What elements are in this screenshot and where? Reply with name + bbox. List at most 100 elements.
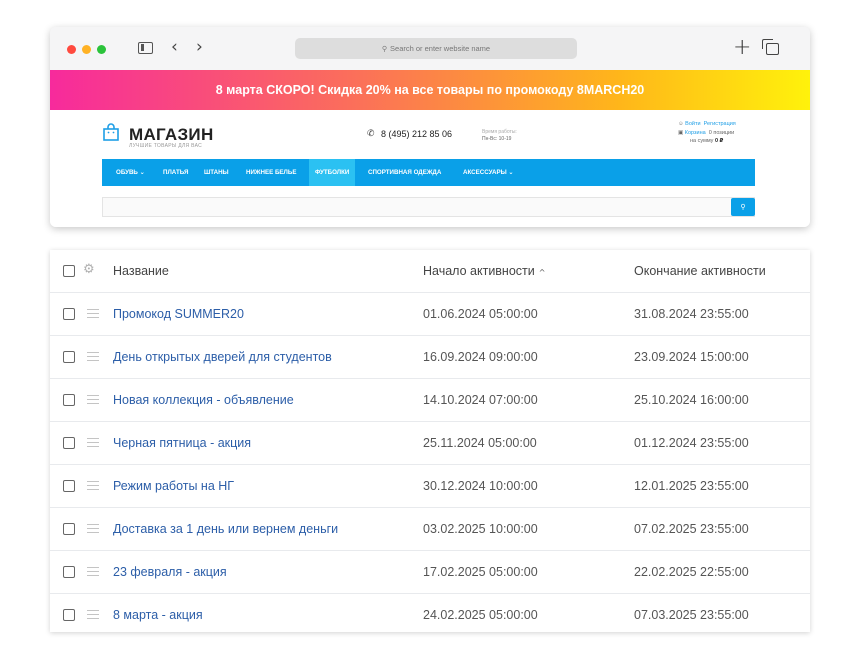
row-name-link[interactable]: Черная пятница - акция [113, 422, 251, 465]
drag-handle-icon[interactable] [87, 610, 99, 619]
plus-icon[interactable]: + [733, 37, 751, 59]
browser-toolbar: ‹ › ⚲ Search or enter website name + [50, 27, 810, 70]
menu-item-tshirts[interactable]: ФУТБОЛКИ [309, 159, 356, 186]
row-name-link[interactable]: 8 марта - акция [113, 594, 203, 637]
address-bar[interactable]: ⚲ Search or enter website name [295, 38, 577, 59]
drag-handle-icon[interactable] [87, 309, 99, 318]
table-row[interactable]: Промокод SUMMER20 01.06.2024 05:00:00 31… [50, 293, 810, 336]
row-start-date: 17.02.2025 05:00:00 [423, 565, 538, 579]
row-name-link[interactable]: Доставка за 1 день или вернем деньги [113, 508, 338, 551]
menu-item-pants[interactable]: ШТАНЫ [204, 159, 229, 186]
main-menu: ОБУВЬ ⌄ ПЛАТЬЯ ШТАНЫ НИЖНЕЕ БЕЛЬЕ ФУТБОЛ… [102, 159, 755, 186]
row-start-date: 01.06.2024 05:00:00 [423, 307, 538, 321]
hours-value: Пн-Вс: 10-19 [482, 136, 512, 142]
shopping-bag-icon [103, 123, 119, 141]
forward-icon[interactable]: › [196, 37, 203, 57]
row-end-date: 12.01.2025 23:55:00 [634, 479, 749, 493]
user-icon: ☺ [678, 121, 684, 127]
cart-icon: ▣ [678, 130, 684, 136]
account-links: ☺ Войти Регистрация [678, 121, 736, 127]
drag-handle-icon[interactable] [87, 352, 99, 361]
row-name-link[interactable]: Новая коллекция - объявление [113, 379, 294, 422]
minimize-window-button[interactable] [82, 45, 91, 54]
cart-sum-label: на сумму [690, 138, 714, 144]
row-checkbox[interactable] [63, 437, 75, 449]
row-name-link[interactable]: Промокод SUMMER20 [113, 293, 244, 336]
table-row[interactable]: Доставка за 1 день или вернем деньги 03.… [50, 508, 810, 551]
back-icon[interactable]: ‹ [171, 37, 178, 57]
cart-count: 0 позиции [708, 130, 735, 136]
cart-link[interactable]: Корзина [685, 130, 706, 136]
table-row[interactable]: Новая коллекция - объявление 14.10.2024 … [50, 379, 810, 422]
sort-asc-icon: ^ [538, 268, 546, 277]
zoom-window-button[interactable] [97, 45, 106, 54]
cart-sum: на сумму 0 ₽ [690, 138, 723, 144]
row-checkbox[interactable] [63, 480, 75, 492]
row-start-date: 30.12.2024 10:00:00 [423, 479, 538, 493]
site-search-input[interactable] [102, 197, 755, 217]
table-row[interactable]: 23 февраля - акция 17.02.2025 05:00:00 2… [50, 551, 810, 594]
search-icon: ⚲ [381, 45, 388, 53]
row-checkbox[interactable] [63, 609, 75, 621]
drag-handle-icon[interactable] [87, 481, 99, 490]
row-end-date: 01.12.2024 23:55:00 [634, 436, 749, 450]
row-checkbox[interactable] [63, 566, 75, 578]
promo-banner[interactable]: 8 марта СКОРО! Скидка 20% на все товары … [50, 70, 810, 110]
search-icon: ⚲ [740, 203, 746, 211]
column-header-start-label: Начало активности [423, 264, 535, 278]
phone-icon: ✆ [367, 129, 375, 139]
menu-item-shoes[interactable]: ОБУВЬ ⌄ [116, 159, 145, 186]
site-search-button[interactable]: ⚲ [731, 198, 755, 216]
row-end-date: 25.10.2024 16:00:00 [634, 393, 749, 407]
hours-label: Время работы: [482, 129, 517, 135]
menu-item-dresses[interactable]: ПЛАТЬЯ [163, 159, 188, 186]
row-checkbox[interactable] [63, 351, 75, 363]
row-checkbox[interactable] [63, 523, 75, 535]
table-header: ⚙ Название Начало активности ^ Окончание … [50, 250, 810, 293]
sidebar-icon[interactable] [138, 42, 153, 54]
row-name-link[interactable]: 23 февраля - акция [113, 551, 227, 594]
column-header-name[interactable]: Название [113, 250, 169, 293]
browser-window: ‹ › ⚲ Search or enter website name + 8 ма… [50, 27, 810, 227]
cart-summary: ▣ Корзина 0 позиции [678, 130, 734, 136]
table-row[interactable]: Черная пятница - акция 25.11.2024 05:00:… [50, 422, 810, 465]
row-name-link[interactable]: День открытых дверей для студентов [113, 336, 332, 379]
phone-number[interactable]: 8 (495) 212 85 06 [381, 129, 452, 139]
site-tagline: ЛУЧШИЕ ТОВАРЫ ДЛЯ ВАС [129, 143, 203, 149]
drag-handle-icon[interactable] [87, 567, 99, 576]
address-placeholder: Search or enter website name [390, 44, 491, 53]
cart-sum-value: 0 ₽ [714, 138, 724, 144]
close-window-button[interactable] [67, 45, 76, 54]
site-logo[interactable]: МАГАЗИН [129, 125, 214, 145]
gear-icon[interactable]: ⚙ [83, 262, 95, 277]
select-all-checkbox[interactable] [63, 265, 75, 277]
row-end-date: 07.02.2025 23:55:00 [634, 522, 749, 536]
row-checkbox[interactable] [63, 394, 75, 406]
menu-item-accessories[interactable]: АКСЕССУАРЫ ⌄ [463, 159, 514, 186]
menu-item-underwear[interactable]: НИЖНЕЕ БЕЛЬЕ [246, 159, 296, 186]
site-header: МАГАЗИН ЛУЧШИЕ ТОВАРЫ ДЛЯ ВАС ✆ 8 (495) … [50, 110, 810, 227]
drag-handle-icon[interactable] [87, 438, 99, 447]
tabs-icon[interactable] [762, 39, 779, 55]
row-end-date: 23.09.2024 15:00:00 [634, 350, 749, 364]
events-table: ⚙ Название Начало активности ^ Окончание … [50, 250, 810, 632]
row-end-date: 07.03.2025 23:55:00 [634, 608, 749, 622]
row-start-date: 16.09.2024 09:00:00 [423, 350, 538, 364]
row-start-date: 25.11.2024 05:00:00 [423, 436, 537, 450]
menu-item-sportswear[interactable]: СПОРТИВНАЯ ОДЕЖДА [368, 159, 441, 186]
row-start-date: 03.02.2025 10:00:00 [423, 522, 538, 536]
column-header-end[interactable]: Окончание активности [634, 250, 766, 293]
table-row[interactable]: Режим работы на НГ 30.12.2024 10:00:00 1… [50, 465, 810, 508]
row-name-link[interactable]: Режим работы на НГ [113, 465, 234, 508]
row-end-date: 31.08.2024 23:55:00 [634, 307, 749, 321]
row-checkbox[interactable] [63, 308, 75, 320]
drag-handle-icon[interactable] [87, 395, 99, 404]
drag-handle-icon[interactable] [87, 524, 99, 533]
register-link[interactable]: Регистрация [704, 121, 736, 127]
row-start-date: 14.10.2024 07:00:00 [423, 393, 538, 407]
table-row[interactable]: 8 марта - акция 24.02.2025 05:00:00 07.0… [50, 594, 810, 637]
row-start-date: 24.02.2025 05:00:00 [423, 608, 538, 622]
login-link[interactable]: Войти [685, 121, 700, 127]
column-header-start[interactable]: Начало активности ^ [423, 250, 545, 293]
table-row[interactable]: День открытых дверей для студентов 16.09… [50, 336, 810, 379]
